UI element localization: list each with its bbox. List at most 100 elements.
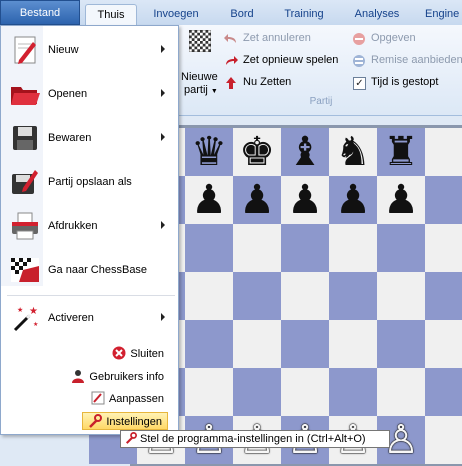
close-button[interactable]: Sluiten <box>112 345 164 363</box>
user-info-icon <box>72 370 85 383</box>
chess-board[interactable]: ♛♚♝♞♜♟♟♟♟♟♟♙♙♙♙♙♙ <box>89 128 462 466</box>
board-square[interactable] <box>425 320 462 368</box>
save-game-as-icon <box>12 170 38 194</box>
menu-item-print[interactable]: Afdrukken <box>3 204 177 248</box>
board-square[interactable] <box>185 224 233 272</box>
black-pawn-piece[interactable]: ♟ <box>281 176 329 224</box>
resign-label: Opgeven <box>371 32 416 44</box>
black-pawn-piece[interactable]: ♟ <box>233 176 281 224</box>
time-stopped-label: Tijd is gestopt <box>371 76 439 88</box>
undo-arrow-icon <box>224 34 236 43</box>
tab-analyses[interactable]: Analyses <box>350 4 404 25</box>
tab-invoegen[interactable]: Invoegen <box>145 4 207 25</box>
printer-icon <box>12 212 38 240</box>
menu-item-label: Openen <box>48 88 88 100</box>
black-knight-piece[interactable]: ♞ <box>329 128 377 176</box>
submenu-arrow-icon <box>161 133 165 141</box>
svg-text:★: ★ <box>29 306 38 317</box>
settings-tooltip: Stel de programma-instellingen in (Ctrl+… <box>120 430 390 448</box>
board-square[interactable] <box>281 272 329 320</box>
new-game-label-2: partij ▼ <box>184 84 218 96</box>
board-square[interactable] <box>329 368 377 416</box>
chevron-down-icon: ▼ <box>210 88 218 95</box>
black-pawn-piece[interactable]: ♟ <box>377 176 425 224</box>
board-square[interactable] <box>185 368 233 416</box>
svg-text:★: ★ <box>17 306 23 314</box>
tab-training[interactable]: Training <box>278 4 330 25</box>
menu-item-save-game-as[interactable]: Partij opslaan als <box>3 160 177 204</box>
board-square[interactable] <box>185 272 233 320</box>
board-square[interactable] <box>233 224 281 272</box>
resign-icon <box>353 33 365 45</box>
settings-label: Instellingen <box>106 416 162 428</box>
board-square[interactable] <box>425 176 462 224</box>
board-square[interactable] <box>281 368 329 416</box>
offer-draw-button[interactable]: Remise aanbieden <box>352 53 462 69</box>
undo-move-label: Zet annuleren <box>243 32 311 44</box>
menu-item-activate[interactable]: ★ ★ ★ Activeren <box>3 296 177 340</box>
settings-button[interactable]: Instellingen <box>82 412 168 430</box>
submenu-arrow-icon <box>161 45 165 53</box>
submenu-arrow-icon <box>161 89 165 97</box>
board-square[interactable] <box>425 368 462 416</box>
menu-item-save[interactable]: Bewaren <box>3 116 177 160</box>
tab-bord[interactable]: Bord <box>222 4 262 25</box>
board-square[interactable] <box>185 320 233 368</box>
resign-button[interactable]: Opgeven <box>352 31 462 47</box>
tab-thuis[interactable]: Thuis <box>85 4 137 25</box>
board-square[interactable] <box>377 224 425 272</box>
customize-button[interactable]: Aanpassen <box>91 390 164 408</box>
new-game-button[interactable]: Nieuwe partij ▼ <box>178 28 222 96</box>
new-document-icon <box>14 36 36 64</box>
submenu-arrow-icon <box>161 221 165 229</box>
black-bishop-piece[interactable]: ♝ <box>281 128 329 176</box>
black-pawn-piece[interactable]: ♟ <box>329 176 377 224</box>
magic-wand-icon: ★ ★ ★ <box>13 306 38 332</box>
tooltip-text: Stel de programma-instellingen in (Ctrl+… <box>140 433 366 445</box>
redo-arrow-icon <box>226 56 238 65</box>
file-menu: Nieuw Openen Bewaren Partij opslaan als <box>0 25 179 435</box>
black-pawn-piece[interactable]: ♟ <box>185 176 233 224</box>
menu-item-label: Afdrukken <box>48 220 98 232</box>
close-icon <box>112 346 126 360</box>
close-label: Sluiten <box>130 348 164 360</box>
black-king-piece[interactable]: ♚ <box>233 128 281 176</box>
menu-item-open[interactable]: Openen <box>3 72 177 116</box>
move-now-button[interactable]: Nu Zetten <box>224 75 349 91</box>
black-rook-piece[interactable]: ♜ <box>377 128 425 176</box>
offer-draw-label: Remise aanbieden <box>371 54 462 66</box>
board-square[interactable] <box>329 272 377 320</box>
board-square[interactable] <box>233 272 281 320</box>
board-square[interactable] <box>329 320 377 368</box>
menu-item-label: Bewaren <box>48 132 92 144</box>
svg-text:★: ★ <box>33 321 38 328</box>
ribbon-group-label: Partij <box>309 96 333 107</box>
ribbon-tab-bar: Bestand Thuis Invoegen Bord Training Ana… <box>0 0 462 26</box>
tab-bestand[interactable]: Bestand <box>0 0 80 25</box>
board-square[interactable] <box>377 272 425 320</box>
submenu-arrow-icon <box>161 313 165 321</box>
new-game-label-1: Nieuwe <box>181 71 218 83</box>
time-stopped-toggle[interactable]: ✓ Tijd is gestopt <box>352 75 462 91</box>
board-square[interactable] <box>233 320 281 368</box>
user-info-button[interactable]: Gebruikers info <box>71 368 164 386</box>
time-stopped-checkbox[interactable]: ✓ <box>353 77 366 90</box>
board-square[interactable] <box>425 272 462 320</box>
black-queen-piece[interactable]: ♛ <box>185 128 233 176</box>
board-square[interactable] <box>233 368 281 416</box>
board-square[interactable] <box>425 128 462 176</box>
board-square[interactable] <box>281 320 329 368</box>
board-square[interactable] <box>281 224 329 272</box>
undo-move-button[interactable]: Zet annuleren <box>224 31 349 47</box>
board-square[interactable] <box>425 416 462 464</box>
board-square[interactable] <box>377 320 425 368</box>
tab-engine[interactable]: Engine <box>425 4 462 25</box>
menu-item-label: Ga naar ChessBase <box>48 264 148 276</box>
redo-move-button[interactable]: Zet opnieuw spelen <box>224 53 349 69</box>
menu-item-go-to-chessbase[interactable]: Ga naar ChessBase <box>3 248 177 292</box>
menu-item-label: Partij opslaan als <box>48 176 132 188</box>
menu-item-new[interactable]: Nieuw <box>3 28 177 72</box>
board-square[interactable] <box>377 368 425 416</box>
board-square[interactable] <box>425 224 462 272</box>
board-square[interactable] <box>329 224 377 272</box>
